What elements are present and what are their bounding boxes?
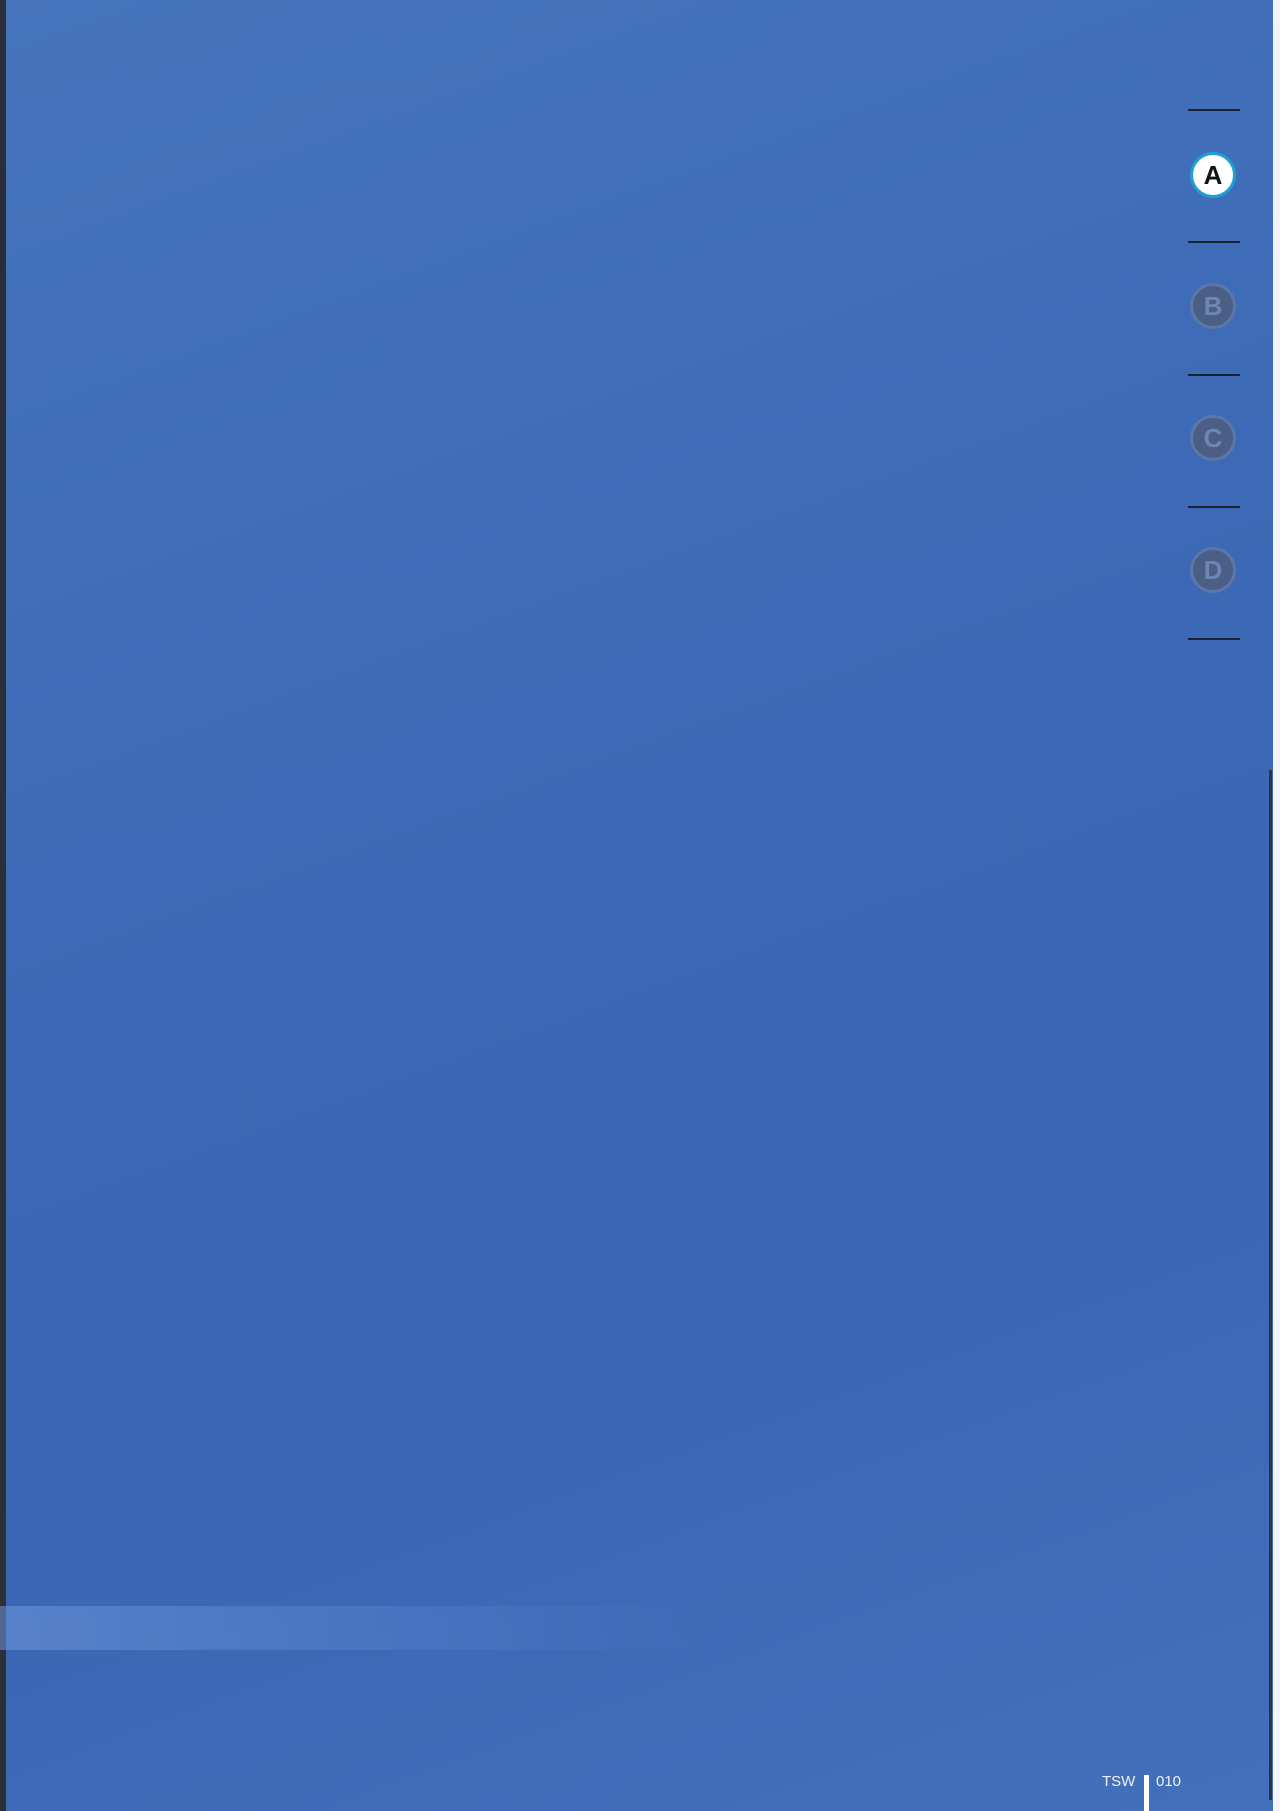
tab-divider: [1188, 638, 1240, 640]
footer-label: TSW: [1102, 1773, 1136, 1790]
page-edge-margin: [1273, 0, 1280, 1811]
section-tabs: A B C D: [1184, 0, 1240, 660]
tab-divider: [1188, 506, 1240, 508]
page-edge-shadow: [1269, 770, 1272, 1800]
tab-b-label: B: [1203, 290, 1223, 321]
tab-d-label: D: [1203, 554, 1223, 585]
document-page: A B C D TSW 010: [0, 0, 1273, 1811]
tab-divider: [1188, 241, 1240, 243]
tab-c[interactable]: C: [1190, 415, 1236, 461]
page-number: 010: [1156, 1773, 1182, 1790]
decorative-band: [0, 1606, 700, 1650]
tab-a-label: A: [1203, 159, 1223, 190]
binding-edge: [0, 0, 6, 1811]
footer-divider: [1144, 1775, 1149, 1811]
tab-b[interactable]: B: [1190, 283, 1236, 329]
tab-d[interactable]: D: [1190, 547, 1236, 593]
page-footer: TSW 010: [1100, 1773, 1220, 1811]
tab-divider: [1188, 109, 1240, 111]
tab-c-label: C: [1203, 422, 1223, 453]
tab-a[interactable]: A: [1190, 152, 1236, 198]
tab-divider: [1188, 374, 1240, 376]
